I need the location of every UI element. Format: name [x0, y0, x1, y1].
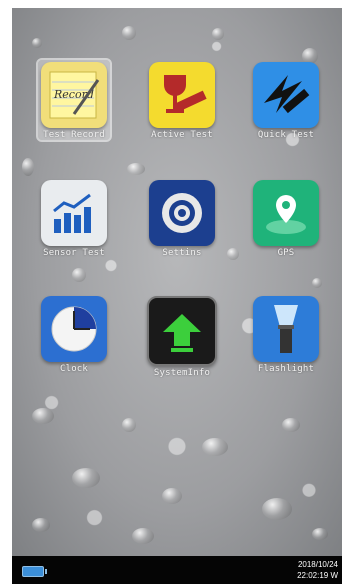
app-label: Active Test	[151, 130, 213, 140]
map-pin-icon	[253, 180, 319, 246]
water-drop	[162, 488, 182, 504]
status-date: 2018/10/24	[297, 560, 338, 569]
app-label: Clock	[59, 364, 89, 374]
water-drop	[32, 38, 42, 48]
water-drop	[312, 278, 322, 288]
app-quick-test[interactable]: Quick Test	[250, 62, 322, 140]
water-drop	[262, 498, 292, 520]
water-drop	[32, 518, 50, 532]
app-system-info[interactable]: SystemInfo	[146, 296, 218, 378]
water-drop	[132, 528, 154, 544]
water-drop	[212, 28, 224, 40]
app-active-test[interactable]: Active Test	[146, 62, 218, 140]
flashlight-icon	[253, 296, 319, 362]
taskbar: 2018/10/24 22:02:19 W	[12, 556, 342, 584]
water-drop	[282, 418, 300, 432]
app-label: Quick Test	[257, 130, 315, 140]
gear-icon	[149, 180, 215, 246]
status-datetime: 2018/10/24 22:02:19 W	[297, 559, 338, 581]
app-label: GPS	[277, 248, 295, 258]
status-time: 22:02:19 W	[297, 571, 338, 580]
water-drop	[227, 248, 239, 260]
water-drop	[32, 408, 54, 424]
wine-glass-ruler-icon	[149, 62, 215, 128]
app-label: Sensor Test	[43, 248, 105, 258]
water-drop	[72, 268, 86, 282]
water-drop	[127, 163, 145, 175]
app-sensor-test[interactable]: Sensor Test	[38, 180, 110, 258]
app-label: SystemInfo	[153, 368, 211, 378]
app-label: Settins	[162, 248, 202, 258]
water-drop	[72, 468, 100, 488]
water-drop	[122, 418, 136, 432]
battery-icon	[22, 566, 47, 577]
app-settings[interactable]: Settins	[146, 180, 218, 258]
lightning-ruler-icon	[253, 62, 319, 128]
bar-chart-icon	[41, 180, 107, 246]
clock-icon	[41, 296, 107, 362]
app-label: Flashlight	[257, 364, 315, 374]
water-drop	[22, 158, 34, 176]
app-clock[interactable]: Clock	[38, 296, 110, 374]
app-test-record[interactable]: Record Test Record	[36, 58, 112, 142]
upload-arrow-icon	[147, 296, 217, 366]
water-drop	[312, 528, 328, 540]
water-drop	[122, 26, 136, 40]
app-flashlight[interactable]: Flashlight	[250, 296, 322, 374]
app-label: Test Record	[43, 130, 105, 140]
water-drop	[202, 438, 228, 456]
app-gps[interactable]: GPS	[250, 180, 322, 258]
record-icon: Record	[41, 62, 107, 128]
